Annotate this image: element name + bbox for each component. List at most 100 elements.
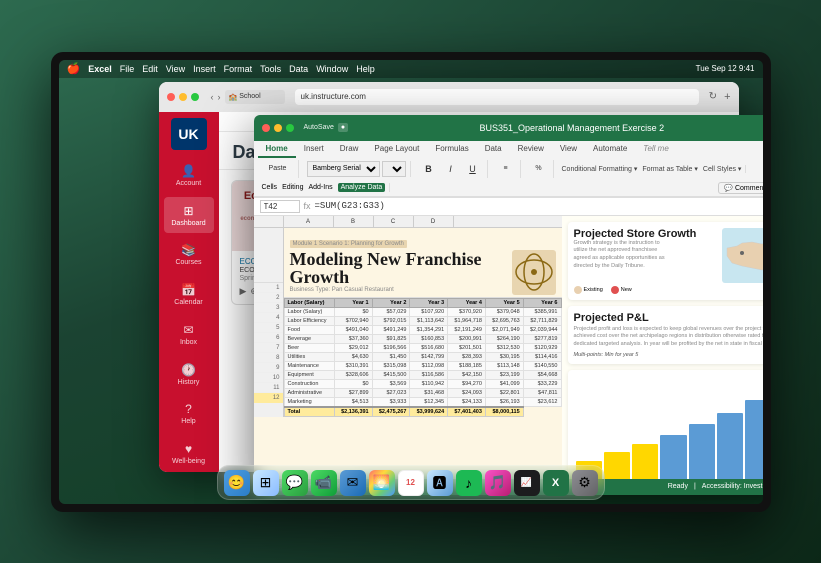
sidebar-item-calendar[interactable]: 📅 Calendar xyxy=(164,277,214,313)
dock-launchpad[interactable]: ⊞ xyxy=(253,470,279,496)
menu-edit[interactable]: Edit xyxy=(142,64,158,74)
dock-finder[interactable]: 😊 xyxy=(224,470,250,496)
menu-window[interactable]: Window xyxy=(316,64,348,74)
cell-reference-input[interactable] xyxy=(260,200,300,213)
tab-formulas[interactable]: Formulas xyxy=(427,141,476,158)
row-value[interactable]: $2,711,829 xyxy=(523,316,561,325)
conditional-formatting-button[interactable]: Conditional Formatting ▾ xyxy=(562,165,638,173)
row-value[interactable]: $142,799 xyxy=(410,352,448,361)
close-button[interactable] xyxy=(167,93,175,101)
alignment-button[interactable]: ≡ xyxy=(496,160,516,178)
dock-appstore[interactable]: 🅰 xyxy=(427,470,453,496)
menu-tools[interactable]: Tools xyxy=(260,64,281,74)
school-tab-label[interactable]: School xyxy=(239,93,260,100)
dock-mail[interactable]: ✉ xyxy=(340,470,366,496)
bold-button[interactable]: B xyxy=(419,160,439,178)
row-value[interactable]: $277,819 xyxy=(523,334,561,343)
add-tab-icon[interactable]: + xyxy=(724,91,730,103)
row-value[interactable]: $370,920 xyxy=(448,307,486,316)
tab-automate[interactable]: Automate xyxy=(585,141,635,158)
address-bar[interactable]: uk.instructure.com xyxy=(295,89,699,105)
row-value[interactable]: $310,391 xyxy=(334,361,372,370)
menu-data[interactable]: Data xyxy=(289,64,308,74)
tab-view[interactable]: View xyxy=(552,141,585,158)
row-value[interactable]: $120,929 xyxy=(523,343,561,352)
forward-icon[interactable]: › xyxy=(218,92,221,102)
row-value[interactable]: $47,811 xyxy=(523,388,561,397)
sidebar-item-help[interactable]: ? Help xyxy=(164,396,214,432)
font-size-selector[interactable]: 12 xyxy=(382,161,406,177)
comments-button[interactable]: 💬 Comments xyxy=(718,182,762,194)
row-value[interactable]: $57,029 xyxy=(372,307,410,316)
dock-messages[interactable]: 💬 xyxy=(282,470,308,496)
addins-button[interactable]: Add-Ins xyxy=(308,184,332,191)
dock-music[interactable]: 🎵 xyxy=(485,470,511,496)
row-value[interactable]: $4,513 xyxy=(334,397,372,407)
dock-excel[interactable]: X xyxy=(543,470,569,496)
row-value[interactable]: $110,942 xyxy=(410,379,448,388)
paste-button[interactable]: Paste xyxy=(262,160,294,178)
row-value[interactable]: $54,668 xyxy=(523,370,561,379)
menu-excel[interactable]: Excel xyxy=(88,64,112,74)
row-value[interactable]: $3,933 xyxy=(372,397,410,407)
sidebar-item-inbox[interactable]: ✉ Inbox xyxy=(164,317,214,353)
excel-maximize-button[interactable] xyxy=(286,124,294,132)
row-value[interactable]: $4,630 xyxy=(334,352,372,361)
row-value[interactable]: $792,015 xyxy=(372,316,410,325)
tab-draw[interactable]: Draw xyxy=(332,141,367,158)
maximize-button[interactable] xyxy=(191,93,199,101)
row-value[interactable]: $328,606 xyxy=(334,370,372,379)
row-value[interactable]: $188,185 xyxy=(448,361,486,370)
menu-format[interactable]: Format xyxy=(224,64,253,74)
row-value[interactable]: $114,416 xyxy=(523,352,561,361)
row-value[interactable]: $12,345 xyxy=(410,397,448,407)
row-value[interactable]: $113,148 xyxy=(485,361,523,370)
number-button[interactable]: % xyxy=(529,160,549,178)
row-value[interactable]: $30,195 xyxy=(485,352,523,361)
row-value[interactable]: $312,530 xyxy=(485,343,523,352)
row-value[interactable]: $1,354,291 xyxy=(410,325,448,334)
tab-home[interactable]: Home xyxy=(258,141,296,158)
editing-button[interactable]: Editing xyxy=(282,184,303,191)
cells-button[interactable]: Cells xyxy=(262,184,278,191)
row-value[interactable]: $0 xyxy=(334,307,372,316)
row-value[interactable]: $29,012 xyxy=(334,343,372,352)
row-value[interactable]: $201,501 xyxy=(448,343,486,352)
row-value[interactable]: $24,133 xyxy=(448,397,486,407)
row-value[interactable]: $42,150 xyxy=(448,370,486,379)
row-value[interactable]: $107,920 xyxy=(410,307,448,316)
row-value[interactable]: $1,113,642 xyxy=(410,316,448,325)
underline-button[interactable]: U xyxy=(463,160,483,178)
menu-view[interactable]: View xyxy=(166,64,185,74)
row-value[interactable]: $702,940 xyxy=(334,316,372,325)
row-value[interactable]: $41,099 xyxy=(485,379,523,388)
excel-close-button[interactable] xyxy=(262,124,270,132)
row-value[interactable]: $0 xyxy=(334,379,372,388)
row-value[interactable]: $28,393 xyxy=(448,352,486,361)
menu-insert[interactable]: Insert xyxy=(193,64,216,74)
italic-button[interactable]: I xyxy=(441,160,461,178)
tab-review[interactable]: Review xyxy=(510,141,552,158)
row-value[interactable]: $33,229 xyxy=(523,379,561,388)
dock-spotify[interactable]: ♪ xyxy=(456,470,482,496)
cell-styles-button[interactable]: Cell Styles ▾ xyxy=(703,165,742,173)
row-value[interactable]: $196,566 xyxy=(372,343,410,352)
menu-file[interactable]: File xyxy=(120,64,135,74)
row-value[interactable]: $27,023 xyxy=(372,388,410,397)
row-value[interactable]: $91,825 xyxy=(372,334,410,343)
row-value[interactable]: $516,680 xyxy=(410,343,448,352)
row-value[interactable]: $23,199 xyxy=(485,370,523,379)
row-value[interactable]: $2,695,763 xyxy=(485,316,523,325)
dock-calendar[interactable]: 12 xyxy=(398,470,424,496)
formula-content[interactable]: =SUM(G23:G33) xyxy=(315,201,763,211)
row-value[interactable]: $24,093 xyxy=(448,388,486,397)
row-value[interactable]: $160,853 xyxy=(410,334,448,343)
menu-help[interactable]: Help xyxy=(356,64,375,74)
row-value[interactable]: $200,991 xyxy=(448,334,486,343)
row-value[interactable]: $1,964,718 xyxy=(448,316,486,325)
row-value[interactable]: $379,048 xyxy=(485,307,523,316)
analyze-data-button[interactable]: Analyze Data xyxy=(338,183,386,192)
row-value[interactable]: $22,801 xyxy=(485,388,523,397)
row-value[interactable]: $2,071,949 xyxy=(485,325,523,334)
row-value[interactable]: $264,190 xyxy=(485,334,523,343)
